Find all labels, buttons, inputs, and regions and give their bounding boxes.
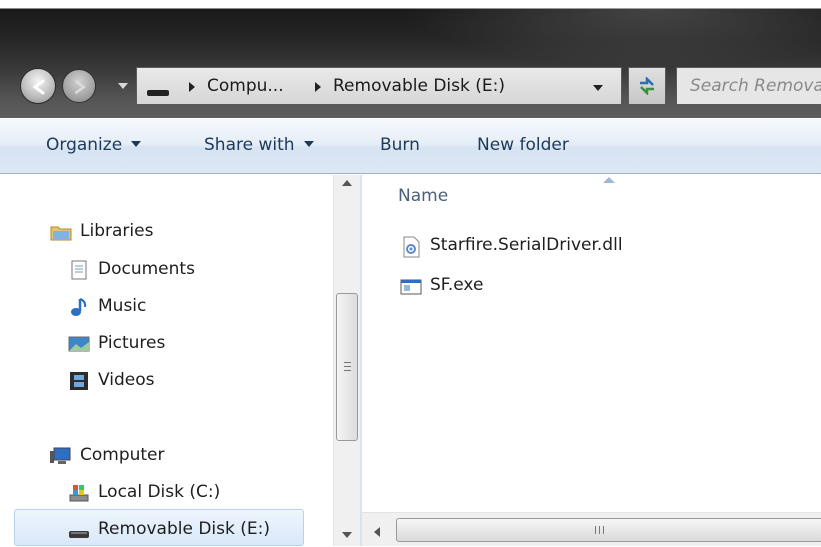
scroll-up-icon[interactable] bbox=[342, 180, 352, 186]
breadcrumb-removable-disk[interactable]: Removable Disk (E:) bbox=[333, 76, 505, 96]
grip-icon bbox=[595, 526, 604, 534]
back-button[interactable] bbox=[20, 68, 56, 104]
chevron-down-icon bbox=[131, 141, 142, 147]
nav-computer-label: Computer bbox=[80, 445, 165, 465]
scroll-down-icon[interactable] bbox=[342, 532, 352, 538]
refresh-button[interactable] bbox=[628, 67, 666, 105]
new-folder-button[interactable]: New folder bbox=[477, 135, 569, 155]
music-icon bbox=[71, 298, 87, 316]
recent-pages-icon[interactable] bbox=[118, 83, 128, 89]
back-arrow-icon bbox=[32, 79, 45, 95]
content-horizontal-scrollbar[interactable] bbox=[362, 512, 821, 546]
forward-arrow-icon bbox=[75, 80, 86, 94]
breadcrumb-separator-icon[interactable] bbox=[315, 82, 321, 92]
nav-libraries-label: Libraries bbox=[80, 221, 154, 241]
removable-drive-icon bbox=[147, 90, 169, 96]
libraries-icon bbox=[50, 226, 72, 241]
nav-pictures-label: Pictures bbox=[98, 333, 166, 353]
videos-icon bbox=[70, 372, 88, 390]
removable-disk-icon bbox=[69, 531, 89, 538]
search-input[interactable]: Search Removable Disk (E:) bbox=[676, 67, 821, 105]
address-dropdown-icon[interactable] bbox=[593, 85, 603, 91]
nav-music-label: Music bbox=[98, 296, 147, 316]
glass-highlight bbox=[401, 8, 821, 68]
sort-ascending-icon bbox=[603, 177, 615, 183]
computer-icon bbox=[50, 447, 71, 464]
nav-removable-disk-label: Removable Disk (E:) bbox=[98, 519, 270, 539]
burn-button[interactable]: Burn bbox=[380, 135, 420, 155]
nav-local-disk-label: Local Disk (C:) bbox=[98, 482, 221, 502]
exe-file-icon bbox=[400, 279, 422, 295]
column-header-name[interactable]: Name bbox=[398, 186, 448, 206]
address-bar[interactable]: Compu... Removable Disk (E:) bbox=[136, 67, 622, 105]
nav-videos-label: Videos bbox=[98, 370, 155, 390]
breadcrumb-computer[interactable]: Compu... bbox=[207, 76, 284, 96]
refresh-icon bbox=[640, 77, 654, 95]
organize-button[interactable]: Organize bbox=[46, 135, 142, 155]
content-scroll-thumb[interactable] bbox=[396, 518, 821, 542]
nav-scroll-thumb[interactable] bbox=[336, 293, 358, 441]
documents-icon bbox=[71, 260, 87, 280]
scroll-left-icon[interactable] bbox=[374, 527, 380, 537]
nav-vertical-scrollbar[interactable] bbox=[333, 175, 360, 546]
breadcrumb-separator-icon[interactable] bbox=[189, 82, 195, 92]
dll-file-icon bbox=[403, 236, 420, 258]
nav-documents-label: Documents bbox=[98, 259, 195, 279]
file-name: SF.exe bbox=[430, 275, 484, 295]
grip-icon bbox=[344, 362, 351, 371]
local-disk-icon bbox=[69, 485, 89, 502]
forward-button[interactable] bbox=[62, 69, 96, 103]
share-with-button[interactable]: Share with bbox=[204, 135, 314, 155]
pictures-icon bbox=[68, 336, 90, 352]
file-name: Starfire.SerialDriver.dll bbox=[430, 235, 623, 255]
chevron-down-icon bbox=[303, 141, 314, 147]
file-list bbox=[362, 175, 821, 512]
command-bar: Organize Share with Burn New folder bbox=[0, 118, 821, 174]
share-with-label: Share with bbox=[204, 135, 295, 155]
organize-label: Organize bbox=[46, 135, 123, 155]
